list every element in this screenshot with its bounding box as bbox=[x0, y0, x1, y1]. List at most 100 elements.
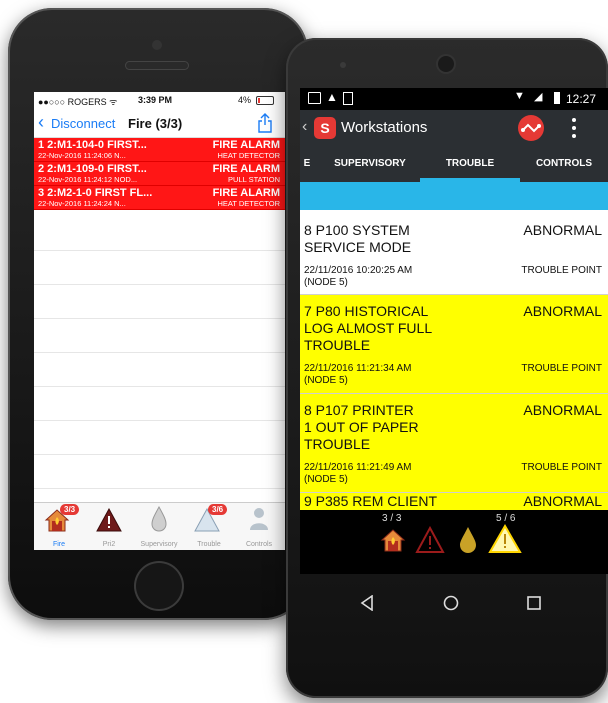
status-time: 12:27 bbox=[566, 92, 597, 106]
event-item[interactable]: 9 P385 REM CLIENT ABNORMAL bbox=[300, 493, 608, 510]
ios-nav-bar: ‹ Disconnect Fire (3/3) bbox=[34, 109, 285, 138]
event-status: ABNORMAL bbox=[523, 222, 602, 238]
android-toolbar: ‹ S Workstations bbox=[300, 110, 608, 146]
battery-icon bbox=[256, 96, 274, 105]
fire-house-icon[interactable] bbox=[380, 527, 406, 553]
android-screen: ▲ ▼ ◢ 12:27 ‹ S Workstations E SUPERVISO… bbox=[300, 88, 608, 574]
ios-tab-bar: 3/3 Fire Pri2 Supervisory 3/6 Trouble Co… bbox=[34, 502, 285, 550]
list-separator bbox=[34, 488, 285, 489]
list-separator bbox=[34, 284, 285, 285]
event-node: (NODE 5) bbox=[304, 277, 348, 288]
event-line: SERVICE MODE bbox=[304, 239, 412, 255]
event-time: 22/11/2016 10:20:25 AM bbox=[304, 265, 413, 276]
alarm-summary-bar: 3 / 3 5 / 6 bbox=[300, 510, 608, 574]
event-item[interactable]: 8 P107 PRINTER 1 OUT OF PAPER TROUBLE AB… bbox=[300, 394, 608, 493]
trouble-count: 5 / 6 bbox=[496, 513, 516, 524]
event-line: 8 P100 SYSTEM bbox=[304, 222, 410, 238]
tab-controls[interactable]: CONTROLS bbox=[520, 146, 608, 182]
list-separator bbox=[34, 318, 285, 319]
ios-screen: ●●○○○ ROGERS ᯤ 3:39 PM 4% ‹ Disconnect F… bbox=[34, 92, 285, 550]
tab-previous-fragment[interactable]: E bbox=[300, 146, 314, 182]
alarm-device: HEAT DETECTOR bbox=[217, 199, 280, 208]
disconnect-button[interactable]: Disconnect bbox=[51, 116, 115, 131]
recents-nav-icon[interactable] bbox=[527, 596, 541, 610]
alarm-title: 1 2:M1-104-0 FIRST... bbox=[38, 139, 147, 151]
tab-trouble-label: Trouble bbox=[197, 541, 221, 548]
event-line: TROUBLE bbox=[304, 337, 371, 353]
tab-controls[interactable]: Controls bbox=[234, 503, 284, 550]
event-status: ABNORMAL bbox=[523, 303, 602, 319]
battery-icon bbox=[554, 92, 560, 104]
back-nav-icon[interactable] bbox=[360, 595, 374, 611]
status-time: 3:39 PM bbox=[138, 95, 173, 105]
event-line: TROUBLE bbox=[304, 436, 371, 452]
carrier-label: ●●○○○ ROGERS ᯤ bbox=[38, 97, 118, 107]
tab-supervisory[interactable]: Supervisory bbox=[134, 503, 184, 550]
signal-icon: ◢ bbox=[534, 91, 543, 103]
share-icon[interactable] bbox=[258, 113, 272, 133]
event-item[interactable]: 8 P100 SYSTEM SERVICE MODE ABNORMAL 22/1… bbox=[300, 210, 608, 295]
supervisory-drop-icon[interactable] bbox=[458, 526, 478, 554]
toolbar-title: Workstations bbox=[341, 119, 428, 136]
tab-trouble[interactable]: 3/6 Trouble bbox=[184, 503, 234, 550]
event-item[interactable]: 7 P80 HISTORICAL LOG ALMOST FULL TROUBLE… bbox=[300, 295, 608, 394]
fire-badge: 3/3 bbox=[60, 504, 80, 515]
android-sensor bbox=[340, 62, 346, 68]
alarm-device: HEAT DETECTOR bbox=[217, 151, 280, 160]
battery-percent: 4% bbox=[238, 95, 252, 105]
alarm-row[interactable]: 2 2:M1-109-0 FIRST... 22-Nov-2016 11:24:… bbox=[34, 162, 285, 186]
event-status: ABNORMAL bbox=[523, 402, 602, 418]
sim-notification-icon bbox=[343, 92, 353, 105]
tab-fire-label: Fire bbox=[52, 541, 66, 548]
iphone-home-button[interactable] bbox=[136, 563, 182, 609]
fire-count: 3 / 3 bbox=[382, 513, 402, 524]
warning-notification-icon: ▲ bbox=[326, 90, 338, 104]
overflow-menu-icon[interactable] bbox=[572, 116, 576, 140]
tab-pri2[interactable]: Pri2 bbox=[84, 503, 134, 550]
tab-pri2-label: Pri2 bbox=[102, 541, 116, 548]
event-point: TROUBLE POINT bbox=[521, 363, 602, 374]
tab-trouble[interactable]: TROUBLE bbox=[420, 146, 520, 182]
android-tab-strip: E SUPERVISORY TROUBLE CONTROLS bbox=[300, 146, 608, 182]
trouble-warning-icon[interactable] bbox=[488, 524, 522, 554]
list-separator bbox=[34, 454, 285, 455]
list-separator bbox=[34, 386, 285, 387]
connection-icon[interactable] bbox=[518, 115, 544, 141]
alarm-timestamp: 22-Nov-2016 11:24:24 N... bbox=[38, 199, 126, 208]
tab-fire[interactable]: 3/3 Fire bbox=[34, 503, 84, 550]
tab-supervisory-label: Supervisory bbox=[140, 541, 178, 548]
tab-controls-label: Controls bbox=[245, 541, 273, 548]
event-point: TROUBLE POINT bbox=[521, 265, 602, 276]
page-title: Fire (3/3) bbox=[128, 116, 183, 131]
android-status-bar: ▲ ▼ ◢ 12:27 bbox=[300, 88, 608, 110]
event-status: ABNORMAL bbox=[523, 493, 602, 509]
alarm-type: FIRE ALARM bbox=[212, 163, 280, 175]
supervisory-drop-icon bbox=[151, 506, 167, 532]
alarm-type: FIRE ALARM bbox=[212, 139, 280, 151]
alarm-type: FIRE ALARM bbox=[212, 187, 280, 199]
event-line: 7 P80 HISTORICAL bbox=[304, 303, 429, 319]
list-separator bbox=[34, 352, 285, 353]
back-chevron-icon[interactable]: ‹ bbox=[38, 112, 44, 133]
alarm-timestamp: 22-Nov-2016 11:24:06 N... bbox=[38, 151, 126, 160]
android-front-camera bbox=[438, 56, 454, 72]
list-separator bbox=[34, 250, 285, 251]
home-nav-icon[interactable] bbox=[443, 595, 459, 611]
tab-supervisory[interactable]: SUPERVISORY bbox=[320, 146, 420, 182]
iphone-camera bbox=[152, 40, 162, 50]
ios-status-bar: ●●○○○ ROGERS ᯤ 3:39 PM 4% bbox=[34, 92, 285, 108]
section-header-bar bbox=[300, 182, 608, 210]
iphone-speaker bbox=[126, 62, 188, 69]
image-notification-icon bbox=[308, 92, 321, 104]
controls-person-icon bbox=[250, 508, 268, 530]
event-line: 1 OUT OF PAPER bbox=[304, 419, 419, 435]
event-point: TROUBLE POINT bbox=[521, 462, 602, 473]
event-line: 8 P107 PRINTER bbox=[304, 402, 414, 418]
priority-warning-icon[interactable] bbox=[415, 526, 445, 554]
app-logo-icon: S bbox=[314, 117, 336, 139]
alarm-row[interactable]: 3 2:M2-1-0 FIRST FL... 22-Nov-2016 11:24… bbox=[34, 186, 285, 210]
alarm-row[interactable]: 1 2:M1-104-0 FIRST... 22-Nov-2016 11:24:… bbox=[34, 138, 285, 162]
wifi-icon: ▼ bbox=[514, 90, 525, 102]
back-chevron-icon[interactable]: ‹ bbox=[302, 118, 307, 136]
event-node: (NODE 5) bbox=[304, 375, 348, 386]
